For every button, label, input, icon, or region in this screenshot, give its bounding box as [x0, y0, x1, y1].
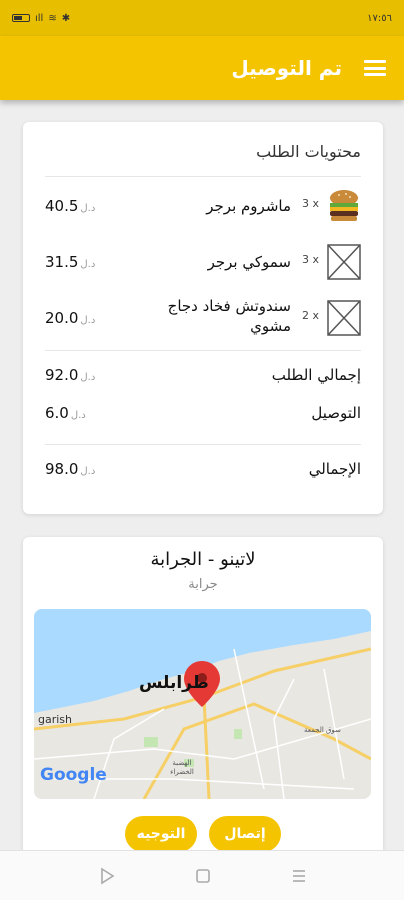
order-item: 3 x ماشروم برجر 40.5 د.ل	[23, 184, 383, 228]
back-icon[interactable]	[96, 865, 118, 887]
currency-label: د.ل	[70, 410, 86, 421]
map-district-label: garish	[38, 713, 73, 726]
currency-label: د.ل	[80, 372, 96, 383]
item-price: 31.5 د.ل	[45, 253, 95, 271]
home-icon[interactable]	[192, 865, 214, 887]
currency-label: د.ل	[80, 466, 96, 477]
status-time: ١٧:٥٦	[367, 12, 392, 24]
restaurant-name: لاتينو - الجرابة	[150, 549, 256, 570]
item-price-value: 20.0	[45, 309, 79, 327]
recent-apps-icon[interactable]	[288, 865, 310, 887]
order-item: 3 x سموكي برجر 31.5 د.ل	[23, 240, 383, 284]
order-contents-title: محتويات الطلب	[256, 142, 361, 161]
image-placeholder-icon	[327, 244, 361, 280]
divider	[45, 350, 361, 351]
status-icons: ıll ≋ ✱	[12, 13, 70, 24]
item-price: 20.0 د.ل	[45, 309, 95, 327]
divider	[45, 176, 361, 177]
bluetooth-icon: ✱	[61, 12, 71, 24]
item-name: سندوتش فخاد دجاج مشوي	[167, 297, 291, 335]
delivery-price: 6.0 د.ل	[45, 404, 86, 422]
subtotal-row: إجمالي الطلب 92.0 د.ل	[23, 366, 383, 392]
google-logo: Google	[40, 765, 107, 785]
battery-icon	[12, 14, 30, 22]
burger-image	[330, 190, 358, 221]
currency-label: د.ل	[80, 315, 96, 326]
page-title: تم التوصيل	[231, 56, 342, 80]
delivery-label: التوصيل	[311, 404, 361, 422]
item-quantity: 3 x	[301, 253, 319, 266]
item-name: سموكي برجر	[207, 253, 291, 271]
item-price: 40.5 د.ل	[45, 197, 95, 215]
total-price: 98.0 د.ل	[45, 460, 95, 478]
item-name: ماشروم برجر	[206, 197, 291, 215]
status-bar: ıll ≋ ✱ ١٧:٥٦	[0, 0, 404, 36]
currency-label: د.ل	[80, 259, 96, 270]
location-map[interactable]: طرابلس garish سوق الجمعة الهضبة الخضراء …	[34, 609, 371, 799]
total-value: 98.0	[45, 460, 79, 478]
total-row: الإجمالي 98.0 د.ل	[23, 460, 383, 486]
directions-button[interactable]: التوجيه	[125, 816, 197, 852]
map-market-label: سوق الجمعة	[304, 726, 341, 734]
item-quantity: 3 x	[301, 197, 319, 210]
divider	[45, 444, 361, 445]
restaurant-location-card: لاتينو - الجرابة جرابة طرابلس garish سوق…	[23, 537, 383, 867]
item-quantity: 2 x	[301, 309, 319, 322]
map-area-label: الهضبة الخضراء	[170, 759, 194, 776]
delivery-value: 6.0	[45, 404, 69, 422]
system-navigation-bar	[0, 850, 404, 900]
call-button[interactable]: إتصال	[209, 816, 281, 852]
image-placeholder-icon	[327, 300, 361, 336]
order-item: 2 x سندوتش فخاد دجاج مشوي 20.0 د.ل	[23, 296, 383, 340]
subtotal-label: إجمالي الطلب	[271, 366, 361, 384]
total-label: الإجمالي	[308, 460, 361, 478]
menu-icon[interactable]	[364, 60, 386, 76]
item-price-value: 31.5	[45, 253, 79, 271]
subtotal-value: 92.0	[45, 366, 79, 384]
item-price-value: 40.5	[45, 197, 79, 215]
signal-icon: ıll	[35, 12, 44, 24]
delivery-row: التوصيل 6.0 د.ل	[23, 404, 383, 430]
map-city-label: طرابلس	[139, 673, 209, 693]
order-contents-card: محتويات الطلب 3 x ماشروم برجر 40.5 د.ل 3…	[23, 122, 383, 514]
currency-label: د.ل	[80, 203, 96, 214]
restaurant-area: جرابة	[188, 577, 218, 592]
wifi-icon: ≋	[48, 12, 57, 24]
subtotal-price: 92.0 د.ل	[45, 366, 95, 384]
app-bar: تم التوصيل	[0, 36, 404, 100]
